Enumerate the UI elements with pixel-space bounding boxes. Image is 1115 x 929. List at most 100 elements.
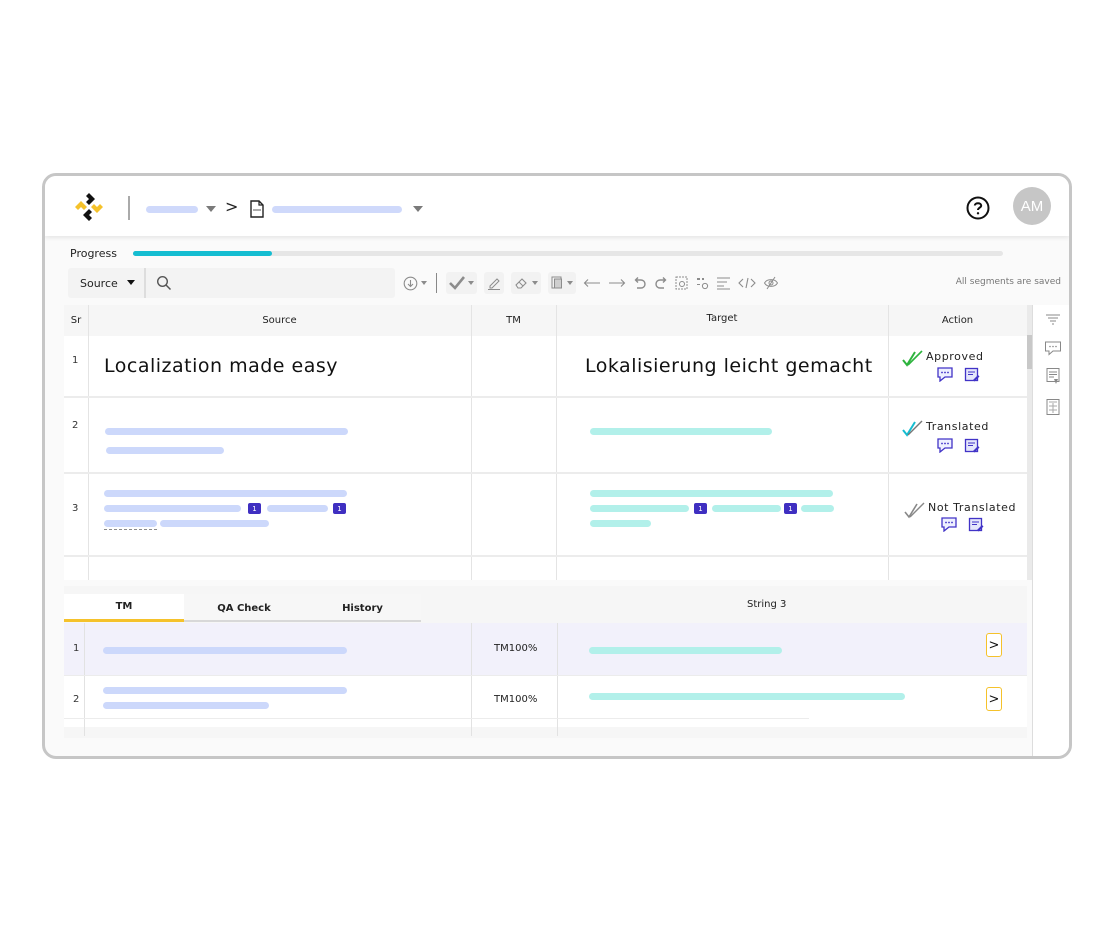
row-divider [64,396,1027,398]
confirm-check-icon [449,276,465,290]
user-avatar[interactable]: AM [1013,187,1051,225]
inline-tag[interactable]: 1 [694,503,707,514]
copy-icon [551,276,562,289]
segment-status: Translated [926,420,989,433]
edit-notes-icon[interactable] [968,517,984,533]
inline-tag[interactable]: 1 [333,503,346,514]
find-replace-icon [675,276,688,290]
confirm-button[interactable] [446,272,477,294]
column-header-action[interactable]: Action [888,305,1027,336]
caret-down-icon [127,280,135,285]
inline-tag[interactable]: 1 [784,503,797,514]
segment-status: Approved [926,350,984,363]
segment-status: Not Translated [928,501,1017,514]
source-text: Localization made easy [104,355,338,377]
column-divider [888,305,889,580]
search-scope-label: Source [80,276,118,290]
notes-icon[interactable] [1044,367,1062,385]
special-chars-icon [697,278,709,290]
help-circle-icon[interactable] [965,195,991,221]
target-text-placeholder[interactable] [801,505,834,512]
show-tags-button[interactable] [738,272,756,294]
inline-tag[interactable]: 1 [248,503,261,514]
column-divider [471,305,472,580]
edit-notes-icon[interactable] [964,438,980,454]
tab-tm[interactable]: TM [64,594,184,622]
filter-icon[interactable] [1044,311,1062,329]
file-dropdown-icon[interactable] [413,206,423,212]
column-divider [471,676,472,738]
tm-source-placeholder [103,647,347,654]
glossary-icon[interactable] [1044,398,1062,416]
target-text-placeholder[interactable] [590,490,833,497]
not-translated-check-icon [904,502,925,519]
caret-down-icon [421,281,427,285]
target-text-placeholder[interactable] [590,520,651,527]
tm-source-placeholder [103,702,269,709]
column-divider [84,676,85,738]
match-percent: TM100% [494,694,538,705]
redo-button[interactable] [654,272,668,294]
next-segment-button[interactable] [608,272,626,294]
target-text-placeholder[interactable] [590,428,772,435]
hide-button[interactable] [763,272,779,294]
bottom-panel: TM QA Check History String 3 1 TM100% > … [64,586,1027,738]
target-text-placeholder[interactable] [712,505,781,512]
arrow-left-icon [583,279,600,287]
project-dropdown-icon[interactable] [206,206,216,212]
source-text-placeholder [106,447,224,454]
special-characters-button[interactable] [695,272,709,294]
undo-icon [634,277,646,289]
apply-match-button[interactable]: > [986,687,1002,711]
divider [128,196,130,220]
target-text[interactable]: Lokalisierung leicht gemacht [585,355,873,377]
clear-button[interactable] [511,272,541,294]
column-header-tm[interactable]: TM [471,305,556,336]
edit-button[interactable] [484,272,504,294]
breadcrumb-project[interactable] [146,206,198,213]
comment-icon[interactable] [936,367,954,382]
column-divider [557,676,558,738]
undo-button[interactable] [633,272,647,294]
column-header-target[interactable]: Target [556,305,888,334]
segment-actions [936,367,980,383]
search-bar: Source [68,268,395,298]
target-text-placeholder[interactable] [590,505,689,512]
segment-grid: Sr Source TM Target Action 1 Localizatio… [64,305,1027,580]
download-button[interactable] [403,272,427,294]
comment-icon[interactable] [936,438,954,453]
segment-number: 3 [72,503,79,514]
editor-toolbar [403,271,786,295]
breadcrumb-separator: > [225,197,239,216]
previous-segment-button[interactable] [583,272,601,294]
tm-match-row[interactable]: 2 TM100% > [64,675,1027,738]
tab-qa-check[interactable]: QA Check [184,594,304,622]
breadcrumb-file[interactable] [272,206,402,213]
column-divider [557,623,558,675]
search-icon [156,275,172,291]
segment-actions [936,438,980,454]
search-scope-select[interactable]: Source [68,268,146,298]
tm-match-row[interactable]: 1 TM100% > [64,623,1027,675]
comment-icon[interactable] [940,517,958,532]
toolbar-divider [436,273,437,293]
apply-match-button[interactable]: > [986,633,1002,657]
search-input[interactable] [180,268,390,298]
column-header-sr[interactable]: Sr [64,305,88,336]
code-tags-icon [738,277,756,289]
column-header-source[interactable]: Source [88,305,471,336]
match-percent: TM100% [494,643,538,654]
app-logo-icon[interactable] [73,191,105,223]
column-divider [556,305,557,580]
row-divider [64,472,1027,474]
tab-history[interactable]: History [304,594,421,622]
edit-notes-icon[interactable] [964,367,980,383]
comments-icon[interactable] [1044,339,1062,357]
wrap-text-button[interactable] [716,272,731,294]
copy-source-button[interactable] [548,272,576,294]
arrow-right-icon [609,279,626,287]
wrap-text-icon [717,277,730,290]
find-replace-button[interactable] [675,272,688,294]
app-window: > AM Progress Source All segments are sa… [42,173,1072,759]
approved-check-icon [902,350,923,367]
